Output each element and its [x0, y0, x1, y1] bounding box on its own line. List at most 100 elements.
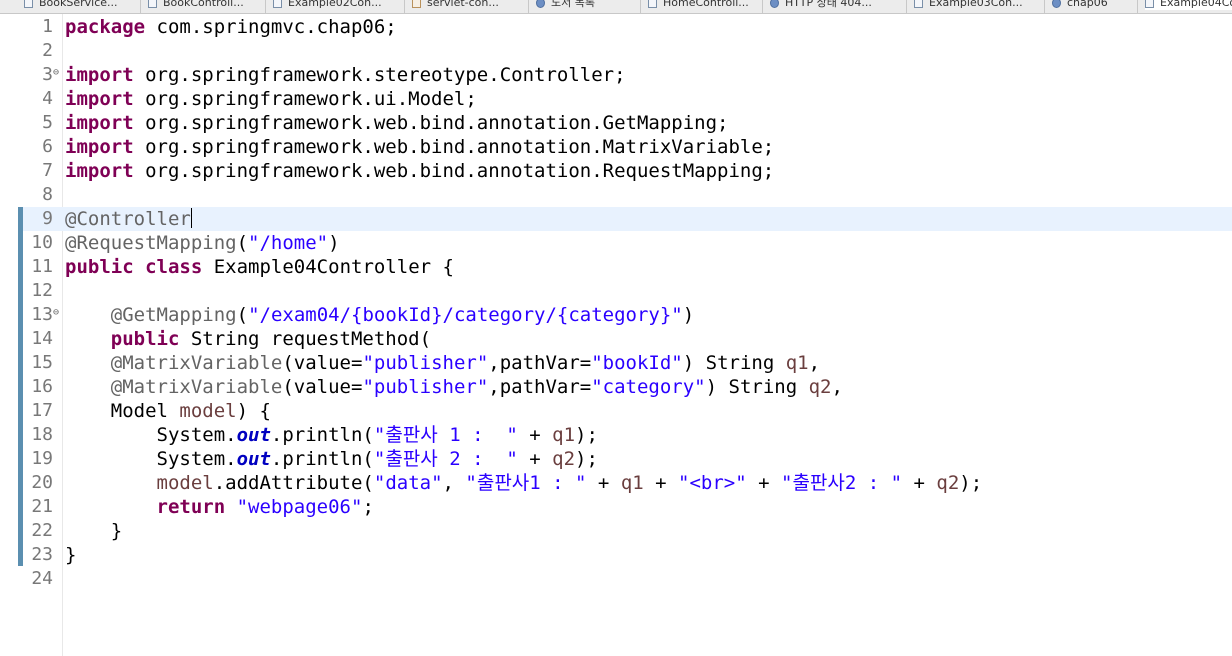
line-number: 2: [42, 40, 53, 61]
code-line[interactable]: 12: [0, 279, 1232, 303]
editor-tab[interactable]: HomeControll...: [648, 0, 749, 10]
tab-separator: [762, 0, 763, 13]
annotation-token: @MatrixVariable: [110, 376, 283, 398]
code-line[interactable]: 7 import org.springframework.web.bind.ann…: [0, 159, 1232, 183]
code-token: ;: [362, 496, 374, 518]
editor-tab[interactable]: chap06: [1052, 0, 1108, 10]
code-line[interactable]: 10 @RequestMapping("/home"): [0, 231, 1232, 255]
tab-separator: [404, 0, 405, 13]
editor-tab[interactable]: Example02Con...: [273, 0, 382, 10]
line-number: 13: [31, 304, 53, 325]
editor-tab-label: 도서 목록: [551, 0, 595, 9]
code-token: com.springmvc.chap06;: [145, 16, 397, 38]
line-number: 23: [31, 544, 53, 565]
code-token: +: [746, 472, 781, 494]
code-line[interactable]: 8: [0, 183, 1232, 207]
code-line[interactable]: 4 import org.springframework.ui.Model;: [0, 87, 1232, 111]
code-line[interactable]: 16 @MatrixVariable(value="publisher",pat…: [0, 375, 1232, 399]
code-line[interactable]: 9 @Controller: [0, 207, 1232, 231]
code-token: System.: [65, 448, 237, 470]
variable-token: q1: [552, 424, 576, 446]
java-file-icon: [24, 0, 33, 8]
code-token: +: [517, 448, 553, 470]
code-line[interactable]: 20 model.addAttribute("data", "출판사1 : " …: [0, 471, 1232, 495]
editor-tab[interactable]: BookControll...: [148, 0, 244, 10]
code-text: model.addAttribute("data", "출판사1 : " + q…: [65, 471, 983, 495]
annotation-token: @GetMapping: [110, 304, 237, 326]
code-line[interactable]: 5 import org.springframework.web.bind.ann…: [0, 111, 1232, 135]
code-line[interactable]: 21 return "webpage06";: [0, 495, 1232, 519]
string-token: "출판사1 : ": [465, 472, 587, 494]
editor-tab-label: Example04Co: [1160, 0, 1232, 9]
string-token: "<br>": [678, 472, 747, 494]
keyword-token: class: [145, 256, 203, 278]
code-token: ) {: [236, 400, 271, 422]
code-text: import org.springframework.ui.Model;: [65, 87, 477, 111]
line-number: 10: [31, 232, 53, 253]
code-line[interactable]: 2: [0, 39, 1232, 63]
code-token: ,: [808, 352, 821, 374]
code-token: (value=: [282, 376, 363, 398]
editor-tab[interactable]: HTTP 상태 404...: [770, 0, 872, 10]
string-token: "출판사2 : ": [781, 472, 903, 494]
code-token: }: [65, 544, 77, 566]
editor-tab[interactable]: servlet-con...: [412, 0, 499, 10]
editor-tab-label: Example02Con...: [288, 0, 382, 9]
line-number: 20: [31, 472, 53, 493]
code-text: import org.springframework.web.bind.anno…: [65, 111, 728, 135]
editor-tab[interactable]: BookService...: [24, 0, 118, 10]
code-line[interactable]: 15 @MatrixVariable(value="publisher",pat…: [0, 351, 1232, 375]
field-token: out: [236, 424, 271, 446]
code-token: +: [643, 472, 679, 494]
editor-tab[interactable]: 도서 목록: [536, 0, 595, 10]
annotation-token: @Controller: [65, 208, 191, 230]
code-line[interactable]: 6 import org.springframework.web.bind.ann…: [0, 135, 1232, 159]
code-token: ,: [442, 472, 466, 494]
code-line[interactable]: 23}: [0, 543, 1232, 567]
string-token: "출판사 2 : ": [373, 448, 518, 470]
code-line[interactable]: 11 public class Example04Controller {: [0, 255, 1232, 279]
java-file-icon: [648, 0, 657, 8]
code-line[interactable]: 18 System.out.println("출판사 1 : " + q1);: [0, 423, 1232, 447]
editor-tab[interactable]: Example04Co: [1145, 0, 1232, 10]
code-token: );: [959, 472, 983, 494]
fold-toggle-icon[interactable]: ⊖: [53, 307, 59, 319]
code-token: org.springframework.web.bind.annotation.…: [133, 112, 729, 134]
code-line[interactable]: 22 }: [0, 519, 1232, 543]
code-text: import org.springframework.stereotype.Co…: [65, 63, 626, 87]
variable-token: q2: [936, 472, 960, 494]
variable-token: model: [156, 472, 214, 494]
editor-tab-label: chap06: [1067, 0, 1108, 9]
editor-tab-label: BookService...: [39, 0, 118, 9]
string-token: "data": [373, 472, 443, 494]
line-number: 3: [42, 64, 53, 85]
code-line[interactable]: 1 package com.springmvc.chap06;: [0, 15, 1232, 39]
editor-tab[interactable]: Example03Con...: [914, 0, 1023, 10]
keyword-token: public: [110, 328, 180, 350]
code-line[interactable]: 24: [0, 567, 1232, 591]
code-line[interactable]: 14 public String requestMethod(: [0, 327, 1232, 351]
keyword-token: public: [65, 256, 134, 278]
fold-toggle-icon[interactable]: ⊖: [53, 67, 59, 79]
code-line[interactable]: 3 ⊖ import org.springframework.stereotype.…: [0, 63, 1232, 87]
line-number: 18: [31, 424, 53, 445]
code-text: Model model) {: [65, 399, 271, 423]
code-line[interactable]: 19 System.out.println("출판사 2 : " + q2);: [0, 447, 1232, 471]
variable-token: model: [179, 400, 237, 422]
variable-token: q1: [785, 352, 809, 374]
code-token: (: [236, 304, 249, 326]
code-editor[interactable]: 1 package com.springmvc.chap06; 2 3 ⊖ import …: [0, 15, 1232, 591]
keyword-token: package: [65, 16, 146, 38]
annotation-token: @MatrixVariable: [110, 352, 283, 374]
string-token: "/home": [248, 232, 329, 254]
globe-icon: [1052, 0, 1061, 8]
line-number: 24: [31, 568, 53, 589]
keyword-token: import: [65, 64, 134, 86]
tab-separator: [265, 0, 266, 13]
code-token: );: [575, 424, 598, 446]
code-line[interactable]: 13 ⊖ @GetMapping("/exam04/{bookId}/catego…: [0, 303, 1232, 327]
code-line[interactable]: 17 Model model) {: [0, 399, 1232, 423]
keyword-token: import: [65, 88, 134, 110]
line-number: 5: [42, 112, 53, 133]
